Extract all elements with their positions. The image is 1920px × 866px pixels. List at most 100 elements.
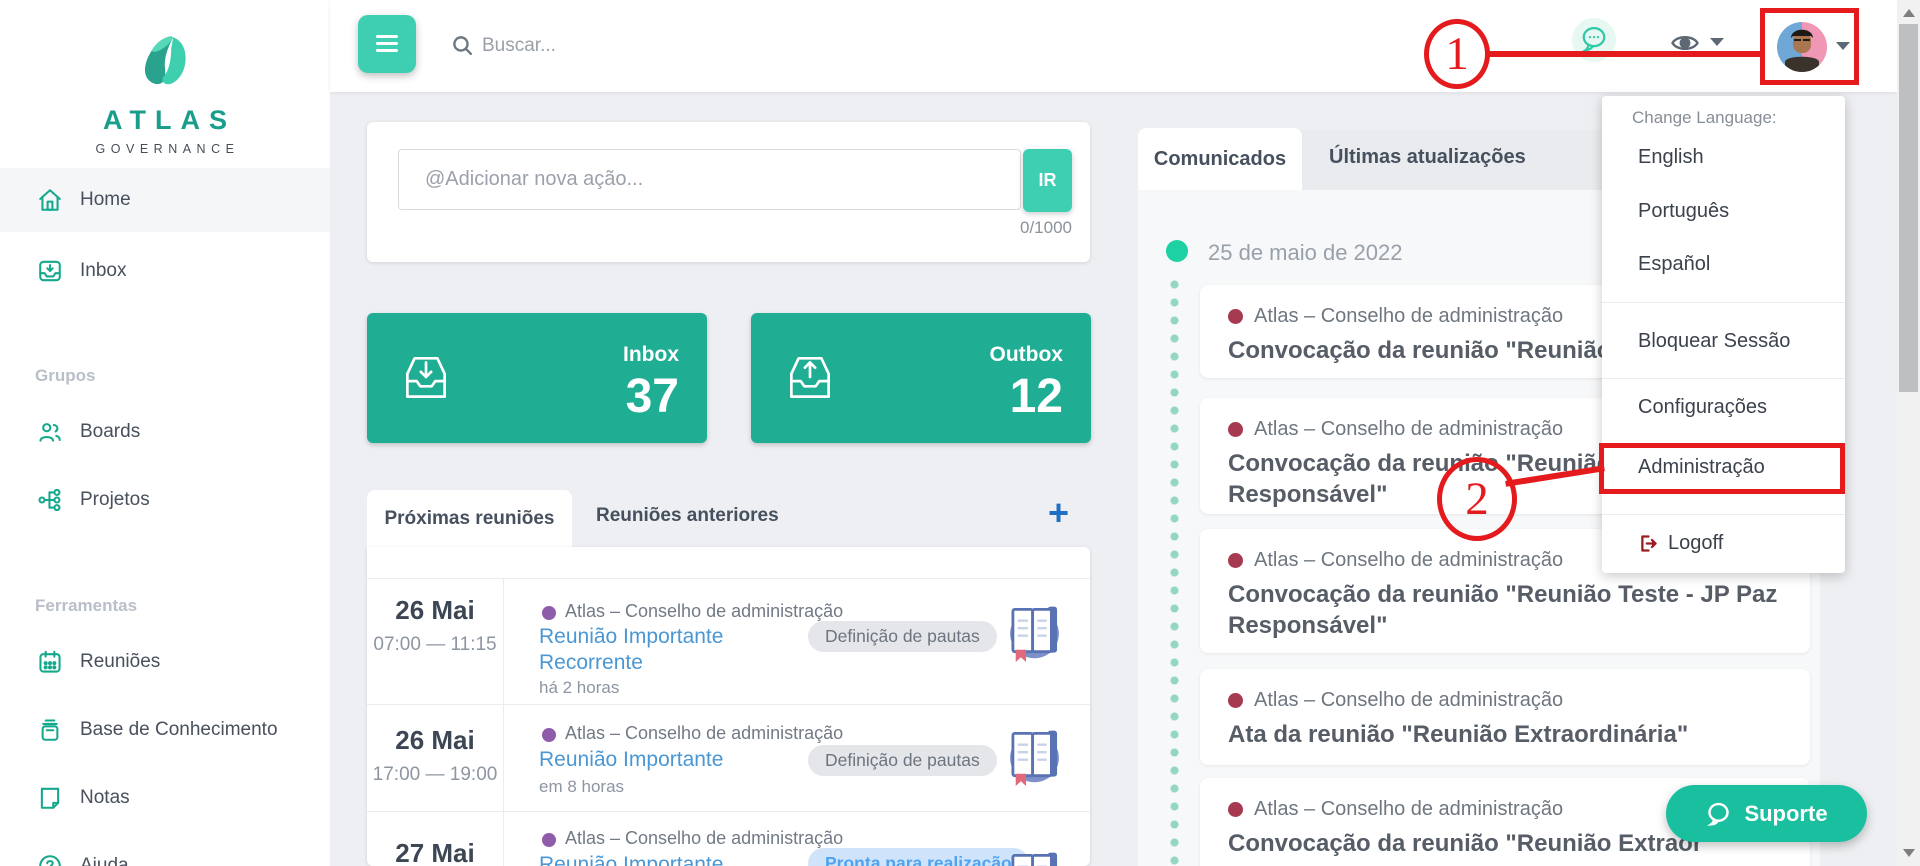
brand-subtitle: GOVERNANCE [0, 142, 330, 156]
menu-item-logoff[interactable]: Logoff [1638, 532, 1723, 555]
meeting-title-link[interactable]: Recorrente [539, 651, 643, 675]
agenda-book-icon[interactable] [1006, 600, 1063, 662]
sidebar-item-reunioes[interactable]: Reuniões [0, 634, 330, 690]
support-chat-icon [1705, 800, 1732, 827]
feed-item[interactable]: Atlas – Conselho de administração Ata da… [1200, 669, 1810, 765]
tab-proximas-reunioes[interactable]: Próximas reuniões [367, 490, 572, 547]
meeting-title-link[interactable]: Reunião Importante [539, 625, 723, 649]
stat-value: 37 [626, 369, 679, 424]
feed-date-header: 25 de maio de 2022 [1208, 240, 1403, 266]
atlas-logo-icon [132, 28, 198, 94]
logoff-label: Logoff [1668, 532, 1723, 555]
meeting-time: 07:00 — 11:15 [367, 634, 503, 656]
home-icon [37, 187, 63, 213]
sidebar-item-base-conhecimento[interactable]: Base de Conhecimento [0, 702, 330, 758]
sidebar-item-inbox[interactable]: Inbox [0, 243, 330, 299]
search-input[interactable] [482, 26, 1022, 66]
brand-logo: ATLAS GOVERNANCE [0, 28, 330, 156]
menu-item-portugues[interactable]: Português [1638, 200, 1729, 223]
sidebar-item-ajuda[interactable]: Ajuda [0, 838, 330, 866]
stat-value: 12 [1010, 369, 1063, 424]
knowledge-jar-icon [37, 717, 63, 743]
meeting-row[interactable]: 26 Mai 07:00 — 11:15 Atlas – Conselho de… [367, 578, 1090, 704]
meeting-title-link[interactable]: Reunião Importante [539, 853, 723, 866]
menu-divider [1602, 378, 1845, 379]
watch-eye-button[interactable] [1668, 28, 1702, 63]
add-action-card: IR 0/1000 [367, 122, 1090, 262]
add-meeting-button[interactable]: + [1048, 492, 1069, 534]
sidebar-item-label: Boards [80, 421, 140, 443]
go-button[interactable]: IR [1023, 149, 1072, 212]
meeting-title-link[interactable]: Reunião Importante [539, 748, 723, 772]
menu-divider [1602, 514, 1845, 515]
inbox-stat-card[interactable]: Inbox 37 [367, 313, 707, 443]
sidebar-section-ferramentas: Ferramentas [35, 596, 137, 616]
network-icon [37, 487, 63, 513]
tab-label: Próximas reuniões [384, 508, 554, 530]
outbox-stat-card[interactable]: Outbox 12 [751, 313, 1091, 443]
annotation-box-administracao [1599, 443, 1845, 494]
menu-item-english[interactable]: English [1638, 146, 1704, 169]
char-counter: 0/1000 [1020, 218, 1072, 238]
stat-label: Inbox [623, 343, 679, 367]
group-color-dot [1228, 553, 1243, 568]
people-icon [37, 419, 63, 445]
sidebar: ATLAS GOVERNANCE Home Inbox Grupos Board… [0, 0, 330, 866]
sidebar-item-label: Projetos [80, 489, 150, 511]
menu-item-configuracoes[interactable]: Configurações [1638, 396, 1767, 419]
sidebar-item-home[interactable]: Home [0, 168, 330, 232]
sidebar-item-label: Inbox [80, 260, 126, 282]
annotation-number: 1 [1445, 27, 1469, 81]
menu-toggle-button[interactable] [358, 15, 416, 73]
topbar [330, 0, 1897, 92]
group-color-dot [1228, 309, 1243, 324]
meeting-date-column: 27 Mai [367, 812, 504, 866]
annotation-number: 2 [1465, 472, 1489, 526]
support-button[interactable]: Suporte [1666, 785, 1867, 842]
agenda-book-icon[interactable] [1006, 846, 1063, 866]
outbox-tray-icon [781, 349, 839, 407]
meeting-row[interactable]: 27 Mai Atlas – Conselho de administração… [367, 811, 1090, 866]
menu-divider [1602, 302, 1845, 303]
search-icon [450, 33, 475, 63]
tab-reunioes-anteriores[interactable]: Reuniões anteriores [596, 505, 779, 527]
eye-caret-icon[interactable] [1710, 38, 1724, 46]
annotation-step-1-circle: 1 [1424, 19, 1490, 89]
meeting-date: 27 Mai [367, 838, 503, 866]
sidebar-item-boards[interactable]: Boards [0, 404, 330, 460]
tab-ultimas-atualizacoes[interactable]: Últimas atualizações [1329, 146, 1526, 169]
feed-group-label: Atlas – Conselho de administração [1254, 689, 1563, 712]
meeting-relative-time: em 8 horas [539, 777, 624, 797]
sidebar-section-grupos: Grupos [35, 366, 95, 386]
scrollbar-up-arrow[interactable] [1903, 9, 1915, 17]
sidebar-item-label: Ajuda [80, 855, 129, 866]
feed-item-title: Convocação da reunião "Reunião Teste - J… [1228, 579, 1782, 610]
add-action-input[interactable] [398, 149, 1021, 210]
logoff-icon [1638, 533, 1659, 554]
agenda-book-icon[interactable] [1006, 724, 1063, 786]
sidebar-item-projetos[interactable]: Projetos [0, 472, 330, 528]
scrollbar-down-arrow[interactable] [1903, 849, 1915, 857]
page-scrollbar[interactable] [1897, 0, 1920, 866]
group-color-dot [542, 728, 556, 742]
meeting-date: 26 Mai [367, 725, 503, 756]
meeting-date-column: 26 Mai 07:00 — 11:15 [367, 579, 504, 704]
feed-item-title: Ata da reunião "Reunião Extraordinária" [1228, 719, 1782, 750]
scrollbar-thumb[interactable] [1899, 24, 1918, 392]
feed-item-group: Atlas – Conselho de administração [1228, 689, 1782, 712]
menu-item-espanol[interactable]: Español [1638, 253, 1710, 276]
chat-bubble-icon [1579, 24, 1609, 54]
meeting-row[interactable]: 26 Mai 17:00 — 19:00 Atlas – Conselho de… [367, 704, 1090, 811]
annotation-box-avatar [1760, 8, 1859, 85]
status-badge: Definição de pautas [808, 745, 997, 776]
sidebar-item-notas[interactable]: Notas [0, 770, 330, 826]
meeting-date: 26 Mai [367, 595, 503, 626]
brand-title: ATLAS [0, 105, 330, 136]
group-color-dot [542, 606, 556, 620]
annotation-step-2-circle: 2 [1437, 457, 1517, 541]
timeline-dotted-line [1170, 280, 1179, 866]
change-language-label: Change Language: [1632, 108, 1777, 128]
meetings-card: 26 Mai 07:00 — 11:15 Atlas – Conselho de… [367, 547, 1090, 866]
menu-item-bloquear-sessao[interactable]: Bloquear Sessão [1638, 330, 1790, 353]
tab-comunicados[interactable]: Comunicados [1138, 128, 1302, 190]
